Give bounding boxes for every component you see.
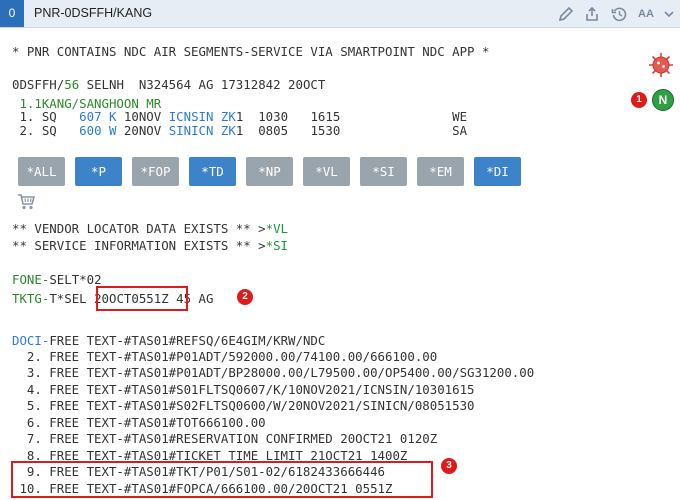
- segment-times: 1 0805 1530 SA: [235, 123, 468, 138]
- fone-label: FONE-: [12, 272, 50, 287]
- cmd-td-button[interactable]: *TD: [189, 157, 236, 186]
- record-locator[interactable]: 0DSFFH: [12, 77, 57, 92]
- cmd-p-button[interactable]: *P: [75, 157, 122, 186]
- doci-label: DOCI-: [12, 333, 50, 348]
- free-text-content: FREE TEXT-#TAS01#REFSQ/6E4GIM/KRW/NDC: [49, 333, 326, 348]
- ndc-badge[interactable]: N: [652, 89, 674, 111]
- agent-id: 56: [64, 77, 80, 92]
- segment-carrier: SQ: [34, 123, 72, 138]
- annotation-badge-1: 1: [631, 92, 647, 108]
- cmd-vl-button[interactable]: *VL: [303, 157, 350, 186]
- ndc-notice: * PNR CONTAINS NDC AIR SEGMENTS-SERVICE …: [12, 44, 490, 59]
- highlight-box-ticket: [11, 461, 433, 498]
- fone-value: SELT*02: [49, 272, 102, 287]
- edit-icon[interactable]: [556, 4, 576, 24]
- segment-status: ZK: [213, 123, 236, 138]
- tktg-label: TKTG-: [12, 291, 50, 306]
- history-icon[interactable]: [609, 4, 629, 24]
- segment-row-2[interactable]: 2. SQ 600 W 20NOV SINICN ZK1 0805 1530 S…: [12, 121, 467, 140]
- cmd-di-button[interactable]: *DI: [474, 157, 521, 186]
- service-info-notice: ** SERVICE INFORMATION EXISTS ** >*SI: [12, 236, 288, 255]
- segment-num: 2.: [12, 123, 35, 138]
- cmd-all-button[interactable]: *ALL: [18, 157, 65, 186]
- tab-number[interactable]: 0: [0, 0, 24, 27]
- vendor-notice-text: ** VENDOR LOCATOR DATA EXISTS ** >: [12, 221, 266, 236]
- cmd-si-button[interactable]: *SI: [360, 157, 407, 186]
- cmd-em-button[interactable]: *EM: [417, 157, 464, 186]
- window-title: PNR-0DSFFH/KANG: [34, 6, 153, 20]
- cmd-np-button[interactable]: *NP: [246, 157, 293, 186]
- service-notice-text: ** SERVICE INFORMATION EXISTS ** >: [12, 238, 266, 253]
- highlight-box-tktg: [96, 286, 188, 311]
- pnr-header: 0DSFFH/56 SELNH N324564 AG 17312842 20OC…: [12, 75, 325, 94]
- segment-flight[interactable]: 600: [72, 123, 101, 138]
- chevron-down-icon[interactable]: [659, 4, 679, 24]
- title-bar: 0 PNR-0DSFFH/KANG AA: [0, 0, 680, 28]
- cart-icon[interactable]: [17, 193, 36, 215]
- share-icon[interactable]: [582, 4, 602, 24]
- segment-date: 20NOV: [116, 123, 169, 138]
- service-info-link[interactable]: *SI: [266, 238, 288, 253]
- segment-route[interactable]: SINICN: [169, 123, 214, 138]
- cmd-fop-button[interactable]: *FOP: [132, 157, 179, 186]
- fone-line: FONE-SELT*02: [12, 270, 102, 289]
- tktg-prefix: T*SEL: [49, 291, 95, 306]
- annotation-badge-2: 2: [237, 289, 253, 305]
- segment-class: W: [101, 123, 117, 138]
- header-rest: SELNH N324564 AG 17312842 20OCT: [79, 77, 326, 92]
- annotation-badge-3: 3: [441, 458, 457, 474]
- font-size-icon[interactable]: AA: [636, 4, 656, 24]
- virus-icon: [647, 51, 675, 79]
- vendor-locator-link[interactable]: *VL: [266, 221, 288, 236]
